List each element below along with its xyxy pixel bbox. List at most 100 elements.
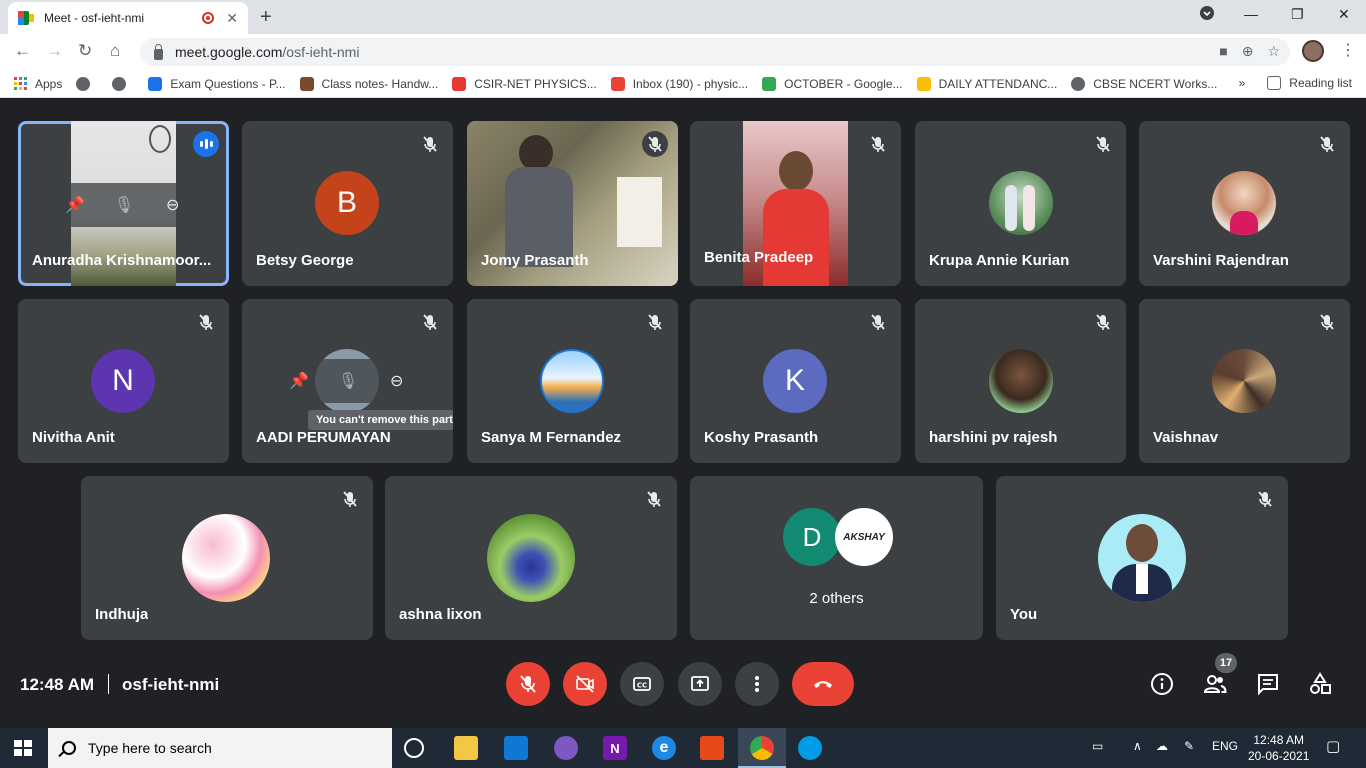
bookmark-daily-attendance[interactable]: DAILY ATTENDANC... <box>916 76 1057 91</box>
chrome-menu-icon[interactable]: ⋮ <box>1340 40 1356 60</box>
close-window-icon[interactable]: ✕ <box>1338 6 1350 23</box>
mic-off-icon <box>337 486 363 512</box>
participant-tile[interactable]: Jomy Prasanth <box>467 121 678 286</box>
participant-avatar: B <box>315 171 379 235</box>
mute-participant-icon[interactable]: 🎙 <box>333 366 363 396</box>
bookmark-class-notes[interactable]: Class notes- Handw... <box>299 76 438 91</box>
participant-tile[interactable]: Indhuja <box>81 476 373 640</box>
participant-tile[interactable]: Sanya M Fernandez <box>467 299 678 463</box>
participant-avatar <box>1212 349 1276 413</box>
drive-icon <box>916 76 931 91</box>
pin-icon[interactable]: 📌 <box>60 190 90 220</box>
participant-name: You <box>1010 606 1038 623</box>
reload-icon[interactable]: ↻ <box>78 41 92 61</box>
mic-off-icon <box>1314 309 1340 335</box>
mail-icon[interactable] <box>504 736 528 760</box>
participant-name: Varshini Rajendran <box>1153 252 1289 269</box>
participant-tile[interactable]: D AKSHAY 2 others <box>690 476 983 640</box>
profile-avatar[interactable] <box>1302 40 1324 62</box>
captions-button[interactable]: CC <box>620 662 664 706</box>
lock-icon[interactable] <box>154 43 163 60</box>
participant-count-badge: 17 <box>1215 653 1237 673</box>
mic-off-icon <box>642 309 668 335</box>
taskbar-clock[interactable]: 12:48 AM 20-06-2021 <box>1248 732 1309 764</box>
language-indicator[interactable]: ENG <box>1212 739 1238 753</box>
present-now-button[interactable] <box>678 662 722 706</box>
participant-tile[interactable]: ashna lixon <box>385 476 677 640</box>
chat-button[interactable] <box>1254 670 1282 698</box>
forward-icon[interactable]: → <box>46 41 63 61</box>
meeting-details-button[interactable] <box>1148 670 1176 698</box>
tab-meet[interactable]: Meet - osf-ieht-nmi ✕ <box>8 2 248 34</box>
participant-tile[interactable]: K Koshy Prasanth <box>690 299 901 463</box>
task-view-icon[interactable] <box>404 738 424 758</box>
participant-tile[interactable]: Benita Pradeep <box>690 121 901 286</box>
more-bookmarks-icon[interactable]: » <box>1239 76 1246 90</box>
bookmark-csir-net[interactable]: CSIR-NET PHYSICS... <box>452 76 597 91</box>
pin-icon[interactable]: 📌 <box>284 366 314 396</box>
chrome-icon[interactable] <box>750 736 774 760</box>
meeting-controls-bar: 12:48 AM osf-ieht-nmi CC <box>0 650 1366 728</box>
app-icon[interactable] <box>798 736 822 760</box>
participant-tile-self[interactable]: You <box>996 476 1288 640</box>
mute-participant-icon[interactable]: 🎙 <box>109 190 139 220</box>
media-app-icon[interactable] <box>554 736 578 760</box>
bookmark-exam-questions[interactable]: Exam Questions - P... <box>148 76 286 91</box>
camera-in-use-icon[interactable]: ■ <box>1219 43 1227 60</box>
office-app-icon[interactable] <box>700 736 724 760</box>
camera-off-icon <box>576 675 594 693</box>
zoom-icon[interactable]: ⊕ <box>1242 43 1254 60</box>
participant-tile[interactable]: N Nivitha Anit <box>18 299 229 463</box>
windows-start-icon[interactable] <box>14 740 32 756</box>
minimize-icon[interactable]: — <box>1244 6 1258 22</box>
participant-tile[interactable]: Krupa Annie Kurian <box>915 121 1126 286</box>
remove-participant-icon[interactable]: ⊖ <box>382 366 412 396</box>
taskbar-search-input[interactable]: Type here to search <box>48 728 392 768</box>
show-everyone-button[interactable] <box>1201 670 1229 698</box>
participant-avatar <box>182 514 270 602</box>
bookmark-gmail-inbox[interactable]: Inbox (190) - physic... <box>610 76 748 91</box>
new-tab-button[interactable]: + <box>260 6 272 29</box>
bookmark-globe-1[interactable] <box>76 76 98 91</box>
remove-participant-icon[interactable]: ⊖ <box>158 190 188 220</box>
bookmark-october[interactable]: OCTOBER - Google... <box>762 76 903 91</box>
participant-name: Koshy Prasanth <box>704 429 819 446</box>
activities-shapes-icon <box>1310 672 1331 694</box>
onenote-icon[interactable]: N <box>603 736 627 760</box>
home-icon[interactable]: ⌂ <box>110 41 120 61</box>
restore-icon[interactable]: ❐ <box>1291 6 1304 23</box>
tab-strip: Meet - osf-ieht-nmi ✕ + — ❐ ✕ <box>0 0 1366 34</box>
participant-tile[interactable]: Vaishnav <box>1139 299 1350 463</box>
keyboard-icon[interactable]: ▭ <box>1092 739 1103 753</box>
bookmark-globe-2[interactable] <box>112 76 134 91</box>
participant-tile[interactable]: Varshini Rajendran <box>1139 121 1350 286</box>
leave-call-button[interactable] <box>792 662 854 706</box>
participant-tile[interactable]: harshini pv rajesh <box>915 299 1126 463</box>
more-options-button[interactable] <box>735 662 779 706</box>
back-icon[interactable]: ← <box>14 41 31 61</box>
network-icon[interactable]: ☁ <box>1156 739 1168 753</box>
activities-button[interactable] <box>1306 670 1334 698</box>
store-icon[interactable] <box>454 736 478 760</box>
bookmark-star-icon[interactable]: ☆ <box>1267 43 1280 60</box>
pen-icon[interactable]: ✎ <box>1184 739 1194 753</box>
internet-explorer-icon[interactable]: e <box>652 736 676 760</box>
notifications-icon[interactable]: ▢ <box>1326 737 1340 755</box>
address-bar[interactable]: meet.google.com/osf-ieht-nmi ■ ⊕ ☆ <box>140 38 1290 66</box>
tab-search-icon[interactable] <box>1200 6 1214 23</box>
mic-off-icon <box>1314 131 1340 157</box>
browser-toolbar: ← → ↻ ⌂ meet.google.com/osf-ieht-nmi ■ ⊕… <box>0 34 1366 70</box>
bookmark-cbse-ncert[interactable]: CBSE NCERT Works... <box>1071 76 1217 91</box>
bookmark-apps[interactable]: Apps <box>14 77 62 91</box>
participant-tile[interactable]: B Betsy George <box>242 121 453 286</box>
participant-name: Nivitha Anit <box>32 429 115 446</box>
participant-avatar <box>1212 171 1276 235</box>
toggle-camera-button[interactable] <box>563 662 607 706</box>
present-screen-icon <box>691 676 709 691</box>
participant-tile[interactable]: 📌 🎙 ⊖ Anuradha Krishnamoor... <box>18 121 229 286</box>
participant-tile[interactable]: 📌 🎙 ⊖ You can't remove this participant … <box>242 299 453 463</box>
show-hidden-icons[interactable]: ∧ <box>1133 739 1142 753</box>
close-tab-icon[interactable]: ✕ <box>226 10 238 27</box>
reading-list[interactable]: Reading list <box>1267 76 1352 90</box>
toggle-mic-button[interactable] <box>506 662 550 706</box>
